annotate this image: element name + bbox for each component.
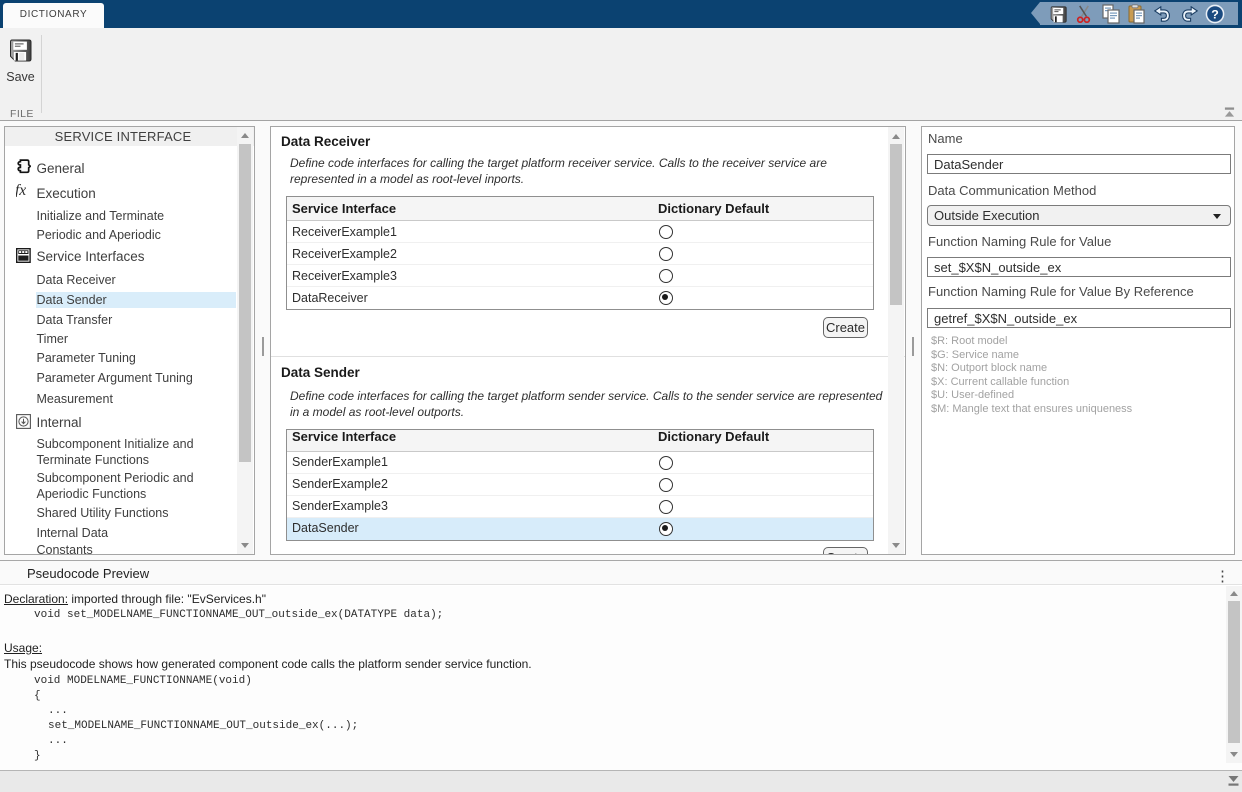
- svg-text:fx: fx: [16, 182, 26, 197]
- svg-text:?: ?: [1211, 7, 1219, 21]
